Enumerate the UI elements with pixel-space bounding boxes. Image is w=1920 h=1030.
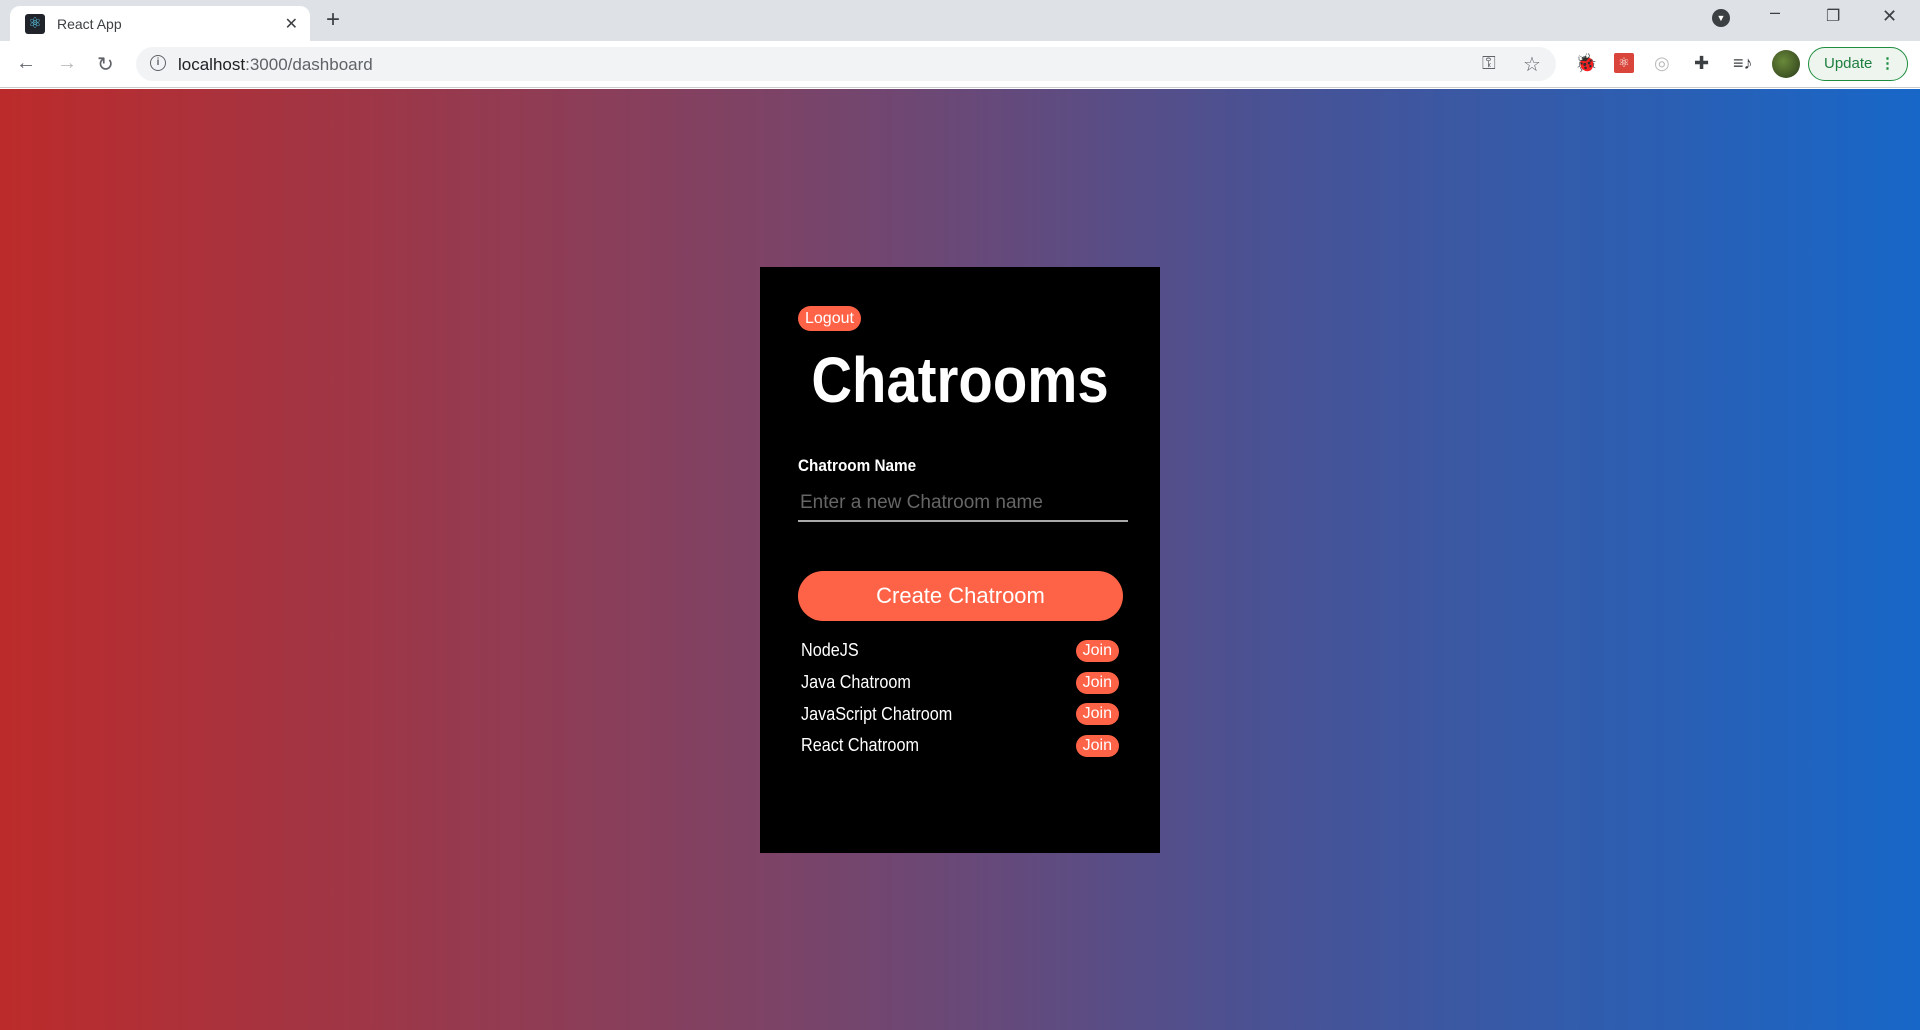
tab-search-icon[interactable]: ▼ <box>1712 9 1730 27</box>
chatroom-name: Java Chatroom <box>801 672 911 693</box>
browser-toolbar: ← → ↻ i localhost:3000/dashboard ⚿ ☆ 🐞 ⚛… <box>0 41 1920 88</box>
join-button[interactable]: Join <box>1075 639 1119 662</box>
menu-kebab-icon[interactable]: ⋮ <box>1880 48 1895 79</box>
browser-tab[interactable]: ⚛ React App ✕ <box>10 6 310 41</box>
close-tab-icon[interactable]: ✕ <box>285 14 298 34</box>
chatrooms-card: Logout Chatrooms Chatroom Name Create Ch… <box>760 267 1160 853</box>
react-devtools-extension-icon[interactable]: ⚛ <box>1614 53 1634 73</box>
bug-extension-icon[interactable]: 🐞 <box>1575 53 1597 74</box>
tab-title: React App <box>57 15 122 32</box>
forward-icon[interactable]: → <box>57 52 77 75</box>
url-host: localhost <box>178 55 246 74</box>
join-button[interactable]: Join <box>1075 671 1119 694</box>
join-button[interactable]: Join <box>1075 734 1119 757</box>
address-bar[interactable]: i localhost:3000/dashboard ⚿ ☆ <box>136 47 1556 81</box>
back-icon[interactable]: ← <box>16 52 36 75</box>
chatroom-item: Java Chatroom Join <box>801 667 1119 699</box>
react-logo-icon: ⚛ <box>25 13 45 34</box>
page-title: Chatrooms <box>811 344 1109 416</box>
bookmark-star-icon[interactable]: ☆ <box>1523 52 1541 77</box>
restore-button[interactable]: ❐ <box>1826 6 1840 26</box>
chatroom-item: JavaScript Chatroom Join <box>801 698 1119 730</box>
extensions-puzzle-icon[interactable]: ✚ <box>1694 53 1709 74</box>
dashboard-page: Logout Chatrooms Chatroom Name Create Ch… <box>0 89 1920 1030</box>
chatroom-list: NodeJS Join Java Chatroom Join JavaScript … <box>801 635 1119 762</box>
close-window-button[interactable]: ✕ <box>1882 6 1897 27</box>
key-icon[interactable]: ⚿ <box>1482 53 1496 74</box>
logout-button[interactable]: Logout <box>798 306 861 331</box>
update-label: Update <box>1824 55 1873 72</box>
minimize-button[interactable]: – <box>1770 2 1780 23</box>
browser-tab-strip: ⚛ React App ✕ + ▼ – ❐ ✕ <box>0 0 1920 41</box>
target-extension-icon[interactable]: ◎ <box>1654 53 1670 74</box>
join-button[interactable]: Join <box>1075 703 1119 726</box>
chatroom-item: NodeJS Join <box>801 635 1119 667</box>
url-path: :3000/dashboard <box>245 55 373 74</box>
create-chatroom-button[interactable]: Create Chatroom <box>798 571 1123 621</box>
info-icon[interactable]: i <box>150 55 166 71</box>
chatroom-name: React Chatroom <box>801 735 919 756</box>
reload-icon[interactable]: ↻ <box>97 52 114 77</box>
update-button[interactable]: Update ⋮ <box>1808 47 1908 81</box>
media-queue-icon[interactable]: ≡♪ <box>1733 53 1753 74</box>
profile-avatar[interactable] <box>1772 50 1800 78</box>
chatroom-name-input[interactable] <box>798 486 1128 522</box>
chatroom-name: JavaScript Chatroom <box>801 703 953 724</box>
new-tab-button[interactable]: + <box>326 6 340 34</box>
chatroom-name: NodeJS <box>801 640 859 661</box>
chatroom-item: React Chatroom Join <box>801 730 1119 762</box>
chatroom-name-label: Chatroom Name <box>798 456 917 475</box>
